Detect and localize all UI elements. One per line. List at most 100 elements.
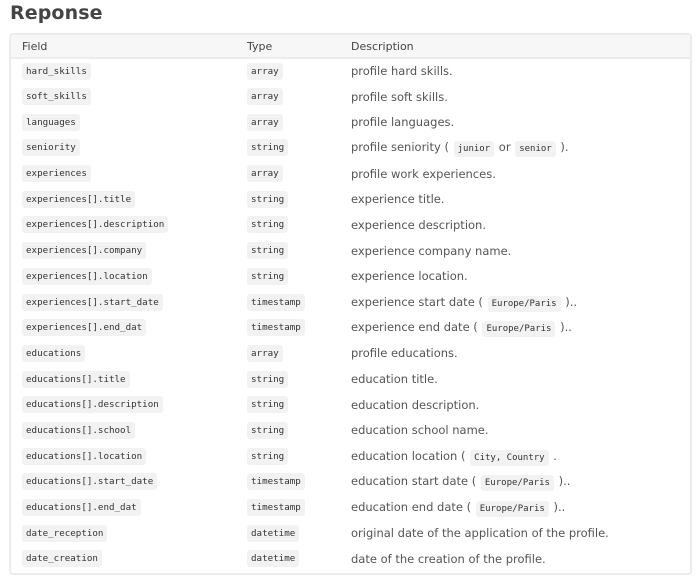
- description-code: junior: [453, 141, 495, 158]
- description-text: education start date (: [351, 474, 480, 489]
- field-name: experiences[].description: [22, 216, 169, 234]
- description-text: profile soft skills.: [351, 89, 448, 104]
- description-text: education title.: [351, 372, 438, 387]
- field-cell: experiences[].company: [11, 238, 236, 264]
- table-row: educations array profile educations.: [11, 341, 690, 367]
- description-code: Europe/Paris: [482, 321, 556, 338]
- field-type: string: [247, 139, 289, 157]
- description-cell: profile languages.: [341, 109, 690, 135]
- field-type: datetime: [247, 550, 300, 568]
- table-row: hard_skills array profile hard skills.: [11, 58, 690, 84]
- description-code: senior: [515, 141, 556, 158]
- field-cell: experiences[].location: [11, 264, 236, 290]
- description-cell: original date of the application of the …: [341, 520, 690, 546]
- table-row: educations[].start_date timestamp educatio…: [11, 469, 690, 495]
- description-text: education description.: [351, 397, 480, 412]
- type-cell: string: [236, 238, 341, 264]
- description-code: Europe/Paris: [487, 295, 561, 312]
- field-name: experiences[].location: [22, 267, 152, 285]
- description-text: experience location.: [351, 269, 468, 284]
- column-header-description: Description: [341, 35, 690, 59]
- type-cell: array: [236, 84, 341, 110]
- field-cell: experiences[].title: [11, 186, 236, 212]
- table-header-row: Field Type Description: [11, 35, 690, 59]
- description-cell: experience location.: [341, 264, 690, 290]
- type-cell: string: [236, 366, 341, 392]
- table-row: educations[].title string education title.: [11, 366, 690, 392]
- description-text: profile educations.: [351, 346, 458, 361]
- field-type: string: [247, 370, 289, 388]
- description-code: Europe/Paris: [475, 501, 549, 518]
- field-type: timestamp: [247, 293, 305, 311]
- description-text: .: [549, 448, 557, 463]
- field-type: array: [247, 344, 283, 362]
- type-cell: array: [236, 58, 341, 84]
- table-row: educations[].end_dat timestamp education e…: [11, 495, 690, 521]
- type-cell: array: [236, 109, 341, 135]
- description-text: profile hard skills.: [351, 64, 453, 79]
- type-cell: string: [236, 135, 341, 161]
- description-cell: experience description.: [341, 212, 690, 238]
- type-cell: array: [236, 341, 341, 367]
- field-cell: educations[].title: [11, 366, 236, 392]
- field-cell: experiences[].start_date: [11, 289, 236, 315]
- field-name: educations[].end_dat: [22, 499, 141, 517]
- table-row: seniority string profile seniority ( junio…: [11, 135, 690, 161]
- column-header-type: Type: [236, 35, 341, 59]
- field-type: string: [247, 216, 289, 234]
- field-type: array: [247, 113, 283, 131]
- type-cell: string: [236, 392, 341, 418]
- description-text: original date of the application of the …: [351, 526, 609, 541]
- table-row: experiences[].location string experience l…: [11, 264, 690, 290]
- field-cell: soft_skills: [11, 84, 236, 110]
- field-cell: date_creation: [11, 546, 236, 572]
- description-code: City, Country: [470, 449, 549, 466]
- field-type: datetime: [247, 524, 300, 542]
- table-row: experiences[].title string experience titl…: [11, 186, 690, 212]
- description-text: experience title.: [351, 192, 445, 207]
- table-row: experiences[].description string experienc…: [11, 212, 690, 238]
- description-code: Europe/Paris: [480, 475, 554, 492]
- field-name: experiences: [22, 165, 91, 183]
- field-name: seniority: [22, 139, 80, 157]
- description-text: experience end date (: [351, 320, 482, 335]
- description-text: profile work experiences.: [351, 166, 496, 181]
- field-type: string: [247, 267, 289, 285]
- field-type: string: [247, 242, 289, 260]
- table-row: experiences[].end_dat timestamp experience…: [11, 315, 690, 341]
- field-type: array: [247, 88, 283, 106]
- type-cell: timestamp: [236, 289, 341, 315]
- description-cell: experience company name.: [341, 238, 690, 264]
- field-cell: seniority: [11, 135, 236, 161]
- description-text: education school name.: [351, 423, 489, 438]
- description-text: )..: [561, 294, 578, 309]
- description-text: education end date (: [351, 500, 475, 515]
- description-text: profile languages.: [351, 115, 455, 130]
- field-cell: educations[].end_dat: [11, 495, 236, 521]
- description-text: )..: [554, 474, 571, 489]
- field-type: string: [247, 421, 289, 439]
- field-name: experiences[].start_date: [22, 293, 163, 311]
- field-type: array: [247, 165, 283, 183]
- type-cell: timestamp: [236, 315, 341, 341]
- table-row: date_creation datetime date of the creatio…: [11, 546, 690, 572]
- table-row: educations[].location string education loc…: [11, 443, 690, 469]
- type-cell: string: [236, 443, 341, 469]
- description-text: or: [495, 140, 515, 155]
- field-cell: educations[].location: [11, 443, 236, 469]
- field-cell: experiences: [11, 161, 236, 187]
- description-text: experience start date (: [351, 294, 487, 309]
- description-cell: education location ( City, Country .: [341, 443, 690, 469]
- field-cell: educations[].description: [11, 392, 236, 418]
- field-cell: date_reception: [11, 520, 236, 546]
- field-name: experiences[].title: [22, 190, 136, 208]
- table-row: date_reception datetime original date of t…: [11, 520, 690, 546]
- table-row: experiences[].start_date timestamp experie…: [11, 289, 690, 315]
- field-cell: hard_skills: [11, 58, 236, 84]
- description-text: profile seniority (: [351, 140, 453, 155]
- field-type: array: [247, 62, 283, 80]
- field-name: educations[].location: [22, 447, 147, 465]
- description-text: experience description.: [351, 217, 486, 232]
- table-row: experiences[].company string experience co…: [11, 238, 690, 264]
- table-row: educations[].description string education …: [11, 392, 690, 418]
